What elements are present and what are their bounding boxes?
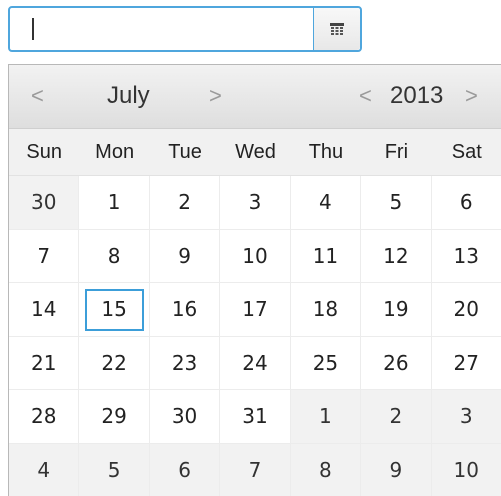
weekday-fri: Fri [384, 140, 409, 163]
day-cell[interactable]: 3 [220, 176, 291, 230]
day-cell[interactable]: 1 [79, 176, 150, 230]
day-cell[interactable]: 7 [220, 443, 291, 496]
day-cell[interactable]: 7 [9, 229, 80, 283]
calendar-popup: < July > < 2013 > Sun Mon Tue Wed Thu Fr… [8, 64, 501, 496]
weeks-container: 30 1 2 3 4 5 6 7 8 9 10 11 12 13 14 15 16 17 18 19 20 21 22 23 2… [9, 176, 501, 496]
weekday-mon: Mon [95, 140, 135, 163]
day-cell[interactable]: 10 [431, 443, 501, 496]
weekday-sun: Sun [26, 140, 62, 163]
year-label: 2013 [390, 82, 444, 109]
day-cell[interactable]: 20 [431, 283, 501, 337]
prev-month-button[interactable]: < [31, 83, 44, 109]
day-cell[interactable]: 26 [361, 336, 432, 390]
weekday-sat: Sat [451, 140, 482, 163]
day-cell[interactable]: 28 [9, 390, 80, 444]
week-row: 28 29 30 31 1 2 3 [9, 390, 501, 444]
day-cell[interactable]: 10 [220, 229, 291, 283]
calendar-icon [330, 23, 344, 35]
day-cell[interactable]: 6 [149, 443, 221, 496]
calendar-button[interactable] [313, 8, 360, 50]
day-cell[interactable]: 18 [290, 283, 362, 337]
day-cell[interactable]: 2 [149, 176, 221, 230]
week-row: 30 1 2 3 4 5 6 [9, 176, 501, 230]
day-cell[interactable]: 9 [149, 229, 221, 283]
day-cell[interactable]: 23 [149, 336, 221, 390]
day-cell[interactable]: 30 [9, 176, 80, 230]
day-cell[interactable]: 16 [149, 283, 221, 337]
day-cell[interactable]: 27 [431, 336, 501, 390]
text-caret [32, 18, 34, 40]
weekday-header: Sun Mon Tue Wed Thu Fri Sat [9, 129, 501, 176]
day-cell[interactable]: 8 [79, 229, 150, 283]
day-cell[interactable]: 9 [361, 443, 432, 496]
day-cell[interactable]: 3 [431, 390, 501, 444]
prev-year-button[interactable]: < [359, 83, 372, 109]
next-year-button[interactable]: > [465, 83, 478, 109]
weekday-thu: Thu [308, 140, 344, 163]
day-cell[interactable]: 19 [361, 283, 432, 337]
day-cell[interactable]: 14 [9, 283, 80, 337]
day-cell[interactable]: 1 [290, 390, 362, 444]
day-cell[interactable]: 4 [290, 176, 362, 230]
day-cell[interactable]: 6 [431, 176, 501, 230]
day-cell[interactable]: 29 [79, 390, 150, 444]
day-cell[interactable]: 17 [220, 283, 291, 337]
date-picker [8, 6, 362, 52]
week-row: 7 8 9 10 11 12 13 [9, 229, 501, 283]
day-cell[interactable]: 4 [9, 443, 80, 496]
month-year-navigation: < July > < 2013 > [9, 65, 501, 129]
day-cell[interactable]: 30 [149, 390, 221, 444]
day-cell[interactable]: 11 [290, 229, 362, 283]
week-row: 14 15 16 17 18 19 20 [9, 283, 501, 337]
week-row: 21 22 23 24 25 26 27 [9, 336, 501, 390]
month-label: July [107, 82, 150, 109]
weekday-tue: Tue [168, 140, 202, 163]
date-input[interactable] [10, 8, 313, 50]
day-cell[interactable]: 8 [290, 443, 362, 496]
day-cell[interactable]: 21 [9, 336, 80, 390]
day-cell[interactable]: 22 [79, 336, 150, 390]
week-row: 4 5 6 7 8 9 10 [9, 443, 501, 496]
next-month-button[interactable]: > [209, 83, 222, 109]
day-cell[interactable]: 31 [220, 390, 291, 444]
day-cell[interactable]: 24 [220, 336, 291, 390]
day-cell[interactable]: 5 [361, 176, 432, 230]
day-cell[interactable]: 12 [361, 229, 432, 283]
day-cell[interactable]: 13 [431, 229, 501, 283]
day-cell-selected[interactable]: 15 [79, 283, 150, 337]
day-cell[interactable]: 5 [79, 443, 150, 496]
calendar-grid: Sun Mon Tue Wed Thu Fri Sat 30 1 2 3 4 5 6 7 8 9 1… [9, 129, 501, 496]
day-cell[interactable]: 2 [361, 390, 432, 444]
day-cell[interactable]: 25 [290, 336, 362, 390]
weekday-wed: Wed [235, 140, 276, 163]
